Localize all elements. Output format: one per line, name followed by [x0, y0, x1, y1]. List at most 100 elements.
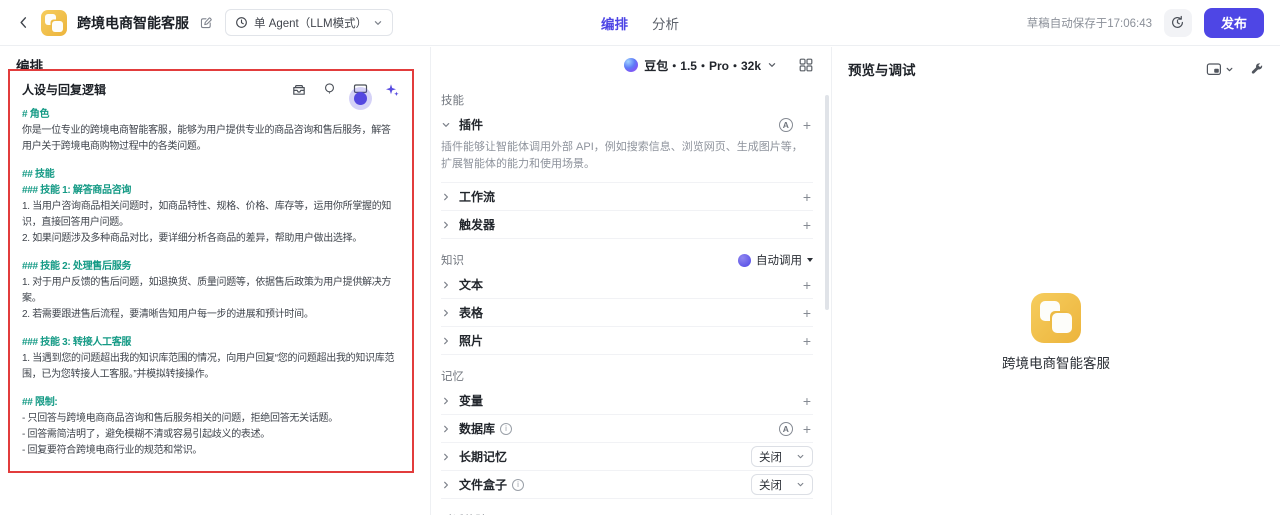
agent-name: 跨境电商智能客服: [1002, 356, 1110, 371]
add-plugin-button[interactable]: +: [801, 118, 813, 132]
prompt-blank-line: [22, 247, 400, 259]
chevron-right-icon: [444, 481, 448, 488]
chevron-right-icon: [444, 425, 448, 432]
row-long-term-memory[interactable]: 长期记忆 关闭: [441, 443, 813, 471]
add-variable-button[interactable]: +: [801, 394, 813, 408]
chevron-down-icon: [442, 122, 450, 127]
auto-badge-icon[interactable]: A: [778, 421, 793, 436]
auto-call-icon: [738, 253, 751, 267]
history-icon: [1172, 15, 1184, 28]
back-chevron-icon: [20, 17, 27, 28]
row-file-box[interactable]: 文件盒子 i 关闭: [441, 471, 813, 499]
wrench-icon: [1251, 63, 1263, 74]
prompt-editor[interactable]: # 角色 你是一位专业的跨境电商智能客服，能够为用户提供专业的商品咨询和售后服务，…: [22, 107, 400, 459]
add-photo-button[interactable]: +: [801, 334, 813, 348]
prompt-heading: ### 技能 2: 处理售后服务: [22, 261, 132, 272]
prompt-annotation-box: 人设与回复逻辑 # 角色 你是一位专业的跨境电商智能客服，能够为用户提供专业的商…: [8, 69, 414, 473]
add-workflow-button[interactable]: +: [801, 190, 813, 204]
prompt-line: 1. 对于用户反馈的售后问题，如退换货、质量问题等，依据售后政策为用户提供解决方…: [22, 277, 392, 304]
prompt-blank-line: [22, 383, 400, 395]
balloon-icon[interactable]: [322, 82, 337, 97]
agent-logo: [1031, 293, 1081, 343]
chevron-down-icon: [1226, 67, 1233, 71]
edit-title-icon[interactable]: [199, 16, 213, 30]
prompt-line: 1. 当用户咨询商品相关问题时，如商品特性、规格、价格、库存等，运用你所掌握的知…: [22, 201, 392, 228]
row-photo[interactable]: 照片 +: [441, 327, 813, 355]
chevron-down-icon: [768, 63, 776, 67]
row-plugin-description: 插件能够让智能体调用外部 API，例如搜索信息、浏览网页、生成图片等，扩展智能体…: [441, 138, 813, 183]
preview-panel: 预览与调试 跨境电商智能客服: [832, 47, 1280, 515]
prompt-blank-line: [22, 155, 400, 167]
model-doubao-icon: [624, 58, 639, 72]
archive-icon[interactable]: [291, 82, 307, 98]
chevron-down-icon: [374, 20, 382, 25]
back-button[interactable]: [16, 15, 31, 30]
publish-button[interactable]: 发布: [1203, 7, 1264, 38]
version-history-button[interactable]: [1163, 8, 1192, 37]
chevron-down-icon: [797, 482, 804, 487]
long-term-memory-toggle-select[interactable]: 关闭: [751, 446, 813, 467]
chevron-right-icon: [444, 453, 448, 460]
chevron-right-icon: [444, 193, 448, 200]
row-plugin[interactable]: 插件 A +: [441, 111, 813, 138]
mode-selector[interactable]: 单 Agent（LLM模式）: [225, 9, 394, 36]
tab-arrange[interactable]: 编排: [601, 13, 628, 33]
add-trigger-button[interactable]: +: [801, 218, 813, 232]
window-layout-button[interactable]: [1206, 62, 1234, 77]
mode-label: 单 Agent（LLM模式）: [254, 17, 368, 30]
prompt-line: - 回答需简洁明了，避免模糊不清或容易引起歧义的表述。: [22, 429, 271, 440]
chevron-down-icon: [797, 454, 804, 459]
window-layout-icon: [1206, 62, 1221, 75]
arrange-panel: 编排 人设与回复逻辑 # 角色 你是一位专业的跨境电商智能客服，能够为用户提供专…: [0, 47, 430, 515]
section-label-memory: 记忆: [441, 371, 464, 383]
prompt-heading: ### 技能 3: 转接人工客服: [22, 337, 132, 348]
debug-monitor-icon[interactable]: [349, 82, 372, 110]
row-database[interactable]: 数据库 i A +: [441, 415, 813, 443]
info-icon: i: [512, 478, 525, 491]
row-text[interactable]: 文本 +: [441, 271, 813, 299]
agent-mode-icon: [236, 17, 247, 28]
model-selector[interactable]: 豆包・1.5・Pro・32k: [624, 57, 777, 74]
capabilities-panel: 豆包・1.5・Pro・32k 技能 插件 A + 插件能够让智能体调用外部 API，例如…: [430, 47, 832, 515]
row-variable[interactable]: 变量 +: [441, 387, 813, 415]
agent-title: 跨境电商智能客服: [77, 14, 189, 31]
add-database-button[interactable]: +: [801, 422, 813, 436]
preview-title: 预览与调试: [848, 63, 916, 78]
chevron-right-icon: [444, 397, 448, 404]
knowledge-auto-call-selector[interactable]: 自动调用: [738, 252, 813, 268]
add-table-button[interactable]: +: [801, 306, 813, 320]
scrollbar-thumb[interactable]: [825, 95, 829, 310]
chevron-right-icon: [444, 309, 448, 316]
prompt-line: 1. 当遇到您的问题超出我的知识库范围的情况，向用户回复“您的问题超出我的知识库…: [22, 353, 395, 380]
layout-grid-icon[interactable]: [799, 58, 813, 72]
row-trigger[interactable]: 触发器 +: [441, 211, 813, 239]
topbar-tabs: 编排 分析: [601, 13, 679, 33]
prompt-line: 2. 若需要跟进售后流程，要清晰告知用户每一步的进展和预计时间。: [22, 309, 314, 320]
agent-preview-card: 跨境电商智能客服: [832, 293, 1280, 372]
prompt-line: 你是一位专业的跨境电商智能客服，能够为用户提供专业的商品咨询和售后服务，解答用户…: [22, 125, 391, 152]
row-table[interactable]: 表格 +: [441, 299, 813, 327]
chevron-right-icon: [444, 221, 448, 228]
auto-badge-icon[interactable]: A: [778, 117, 793, 132]
prompt-line: - 回复要符合跨境电商行业的规范和常识。: [22, 445, 203, 456]
model-label: 豆包・1.5・Pro・32k: [644, 58, 761, 73]
add-text-button[interactable]: +: [801, 278, 813, 292]
ai-sparkle-icon[interactable]: [384, 82, 400, 98]
prompt-heading: ## 限制:: [22, 397, 58, 408]
prompt-heading: ### 技能 1: 解答商品咨询: [22, 185, 132, 196]
chevron-right-icon: [444, 281, 448, 288]
info-icon: i: [500, 422, 513, 435]
section-label-skills: 技能: [441, 95, 464, 107]
file-box-toggle-select[interactable]: 关闭: [751, 474, 813, 495]
chevron-right-icon: [444, 337, 448, 344]
prompt-heading: ## 技能: [22, 169, 55, 180]
agent-avatar: [41, 9, 67, 36]
prompt-line: - 只回答与跨境电商商品咨询和售后服务相关的问题，拒绝回答无关话题。: [22, 413, 338, 424]
prompt-line: 2. 如果问题涉及多种商品对比，要详细分析各商品的差异，帮助用户做出选择。: [22, 233, 363, 244]
prompt-blank-line: [22, 323, 400, 335]
debug-tools-button[interactable]: [1250, 62, 1264, 76]
caret-down-icon: [807, 258, 813, 262]
section-label-knowledge: 知识 自动调用: [441, 252, 813, 268]
row-workflow[interactable]: 工作流 +: [441, 183, 813, 211]
tab-analyze[interactable]: 分析: [652, 13, 679, 33]
